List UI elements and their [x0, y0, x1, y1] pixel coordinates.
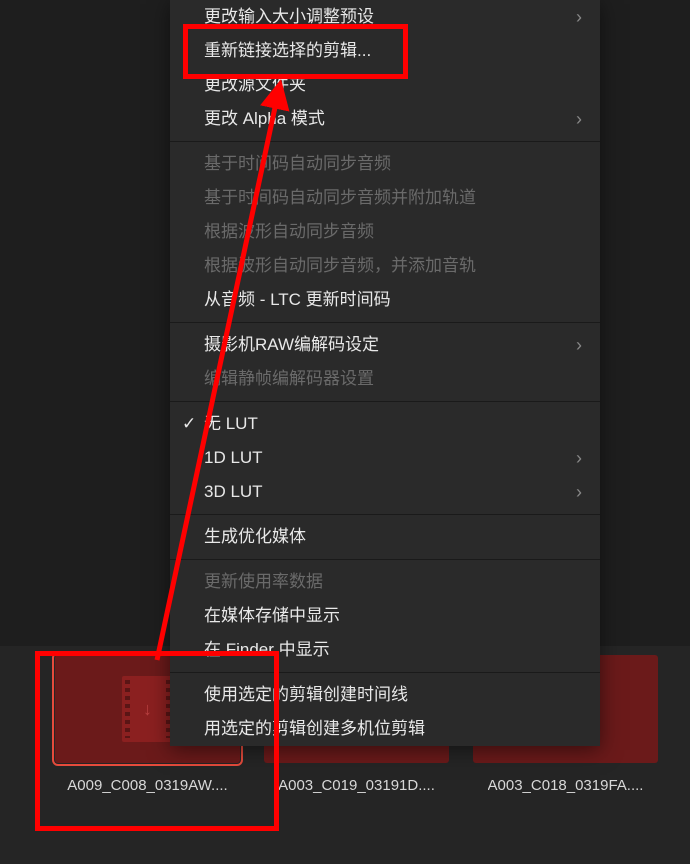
menu-item-label: 根据波形自动同步音频 — [204, 221, 374, 243]
menu-item-label: 用选定的剪辑创建多机位剪辑 — [204, 718, 425, 740]
menu-divider — [170, 514, 600, 515]
menu-item-label: 从音频 - LTC 更新时间码 — [204, 289, 391, 311]
menu-item[interactable]: 在 Finder 中显示 — [170, 633, 600, 667]
menu-item-label: 在媒体存储中显示 — [204, 605, 340, 627]
menu-item[interactable]: 摄影机RAW编解码设定 › — [170, 328, 600, 362]
menu-item: 根据波形自动同步音频 — [170, 215, 600, 249]
menu-divider — [170, 322, 600, 323]
menu-item-label: 在 Finder 中显示 — [204, 639, 330, 661]
menu-item-label: 更新使用率数据 — [204, 571, 323, 593]
menu-item-label: 重新链接选择的剪辑... — [204, 40, 371, 62]
clip-label: A009_C008_0319AW.... — [67, 777, 227, 794]
checkmark-icon: ✓ — [182, 413, 196, 435]
menu-item-label: 更改源文件夹 — [204, 74, 306, 96]
menu-item-label: 1D LUT — [204, 447, 263, 469]
chevron-right-icon: › — [576, 108, 582, 130]
context-menu: 更改输入大小调整预设›重新链接选择的剪辑...更改源文件夹更改 Alpha 模式… — [170, 0, 600, 746]
menu-item[interactable]: 更改源文件夹 — [170, 68, 600, 102]
menu-item-label: 更改输入大小调整预设 — [204, 6, 374, 28]
menu-item-label: 根据波形自动同步音频，并添加音轨 — [204, 255, 476, 277]
menu-item[interactable]: 在媒体存储中显示 — [170, 599, 600, 633]
chevron-right-icon: › — [576, 481, 582, 503]
menu-item-label: 无 LUT — [204, 413, 258, 435]
menu-item[interactable]: 重新链接选择的剪辑... — [170, 34, 600, 68]
menu-item[interactable]: 1D LUT › — [170, 441, 600, 475]
menu-item[interactable]: 生成优化媒体 — [170, 520, 600, 554]
clip-label: A003_C019_03191D.... — [278, 777, 435, 794]
menu-item[interactable]: 从音频 - LTC 更新时间码 — [170, 283, 600, 317]
menu-divider — [170, 401, 600, 402]
menu-item[interactable]: 用选定的剪辑创建多机位剪辑 — [170, 712, 600, 746]
menu-item-label: 摄影机RAW编解码设定 — [204, 334, 379, 356]
menu-item-label: 3D LUT — [204, 481, 263, 503]
menu-item: 根据波形自动同步音频，并添加音轨 — [170, 249, 600, 283]
menu-divider — [170, 559, 600, 560]
chevron-right-icon: › — [576, 6, 582, 28]
menu-item-label: 基于时间码自动同步音频 — [204, 153, 391, 175]
menu-item-label: 编辑静帧编解码器设置 — [204, 368, 374, 390]
menu-item-label: 基于时间码自动同步音频并附加轨道 — [204, 187, 476, 209]
chevron-right-icon: › — [576, 334, 582, 356]
menu-item[interactable]: 更改 Alpha 模式 › — [170, 102, 600, 136]
clip-label: A003_C018_0319FA.... — [488, 777, 644, 794]
menu-divider — [170, 141, 600, 142]
menu-item[interactable]: 使用选定的剪辑创建时间线 — [170, 678, 600, 712]
menu-item[interactable]: ✓ 无 LUT — [170, 407, 600, 441]
menu-item-label: 使用选定的剪辑创建时间线 — [204, 684, 408, 706]
menu-item[interactable]: 3D LUT › — [170, 475, 600, 509]
download-arrow-icon: ↓ — [143, 699, 152, 720]
menu-item[interactable]: 更改输入大小调整预设 › — [170, 0, 600, 34]
menu-item: 编辑静帧编解码器设置 — [170, 362, 600, 396]
menu-item: 基于时间码自动同步音频 — [170, 147, 600, 181]
menu-divider — [170, 672, 600, 673]
menu-item: 基于时间码自动同步音频并附加轨道 — [170, 181, 600, 215]
chevron-right-icon: › — [576, 447, 582, 469]
menu-item-label: 更改 Alpha 模式 — [204, 108, 325, 130]
menu-item-label: 生成优化媒体 — [204, 526, 306, 548]
menu-item: 更新使用率数据 — [170, 565, 600, 599]
offline-clip-icon: ↓ — [122, 676, 174, 742]
